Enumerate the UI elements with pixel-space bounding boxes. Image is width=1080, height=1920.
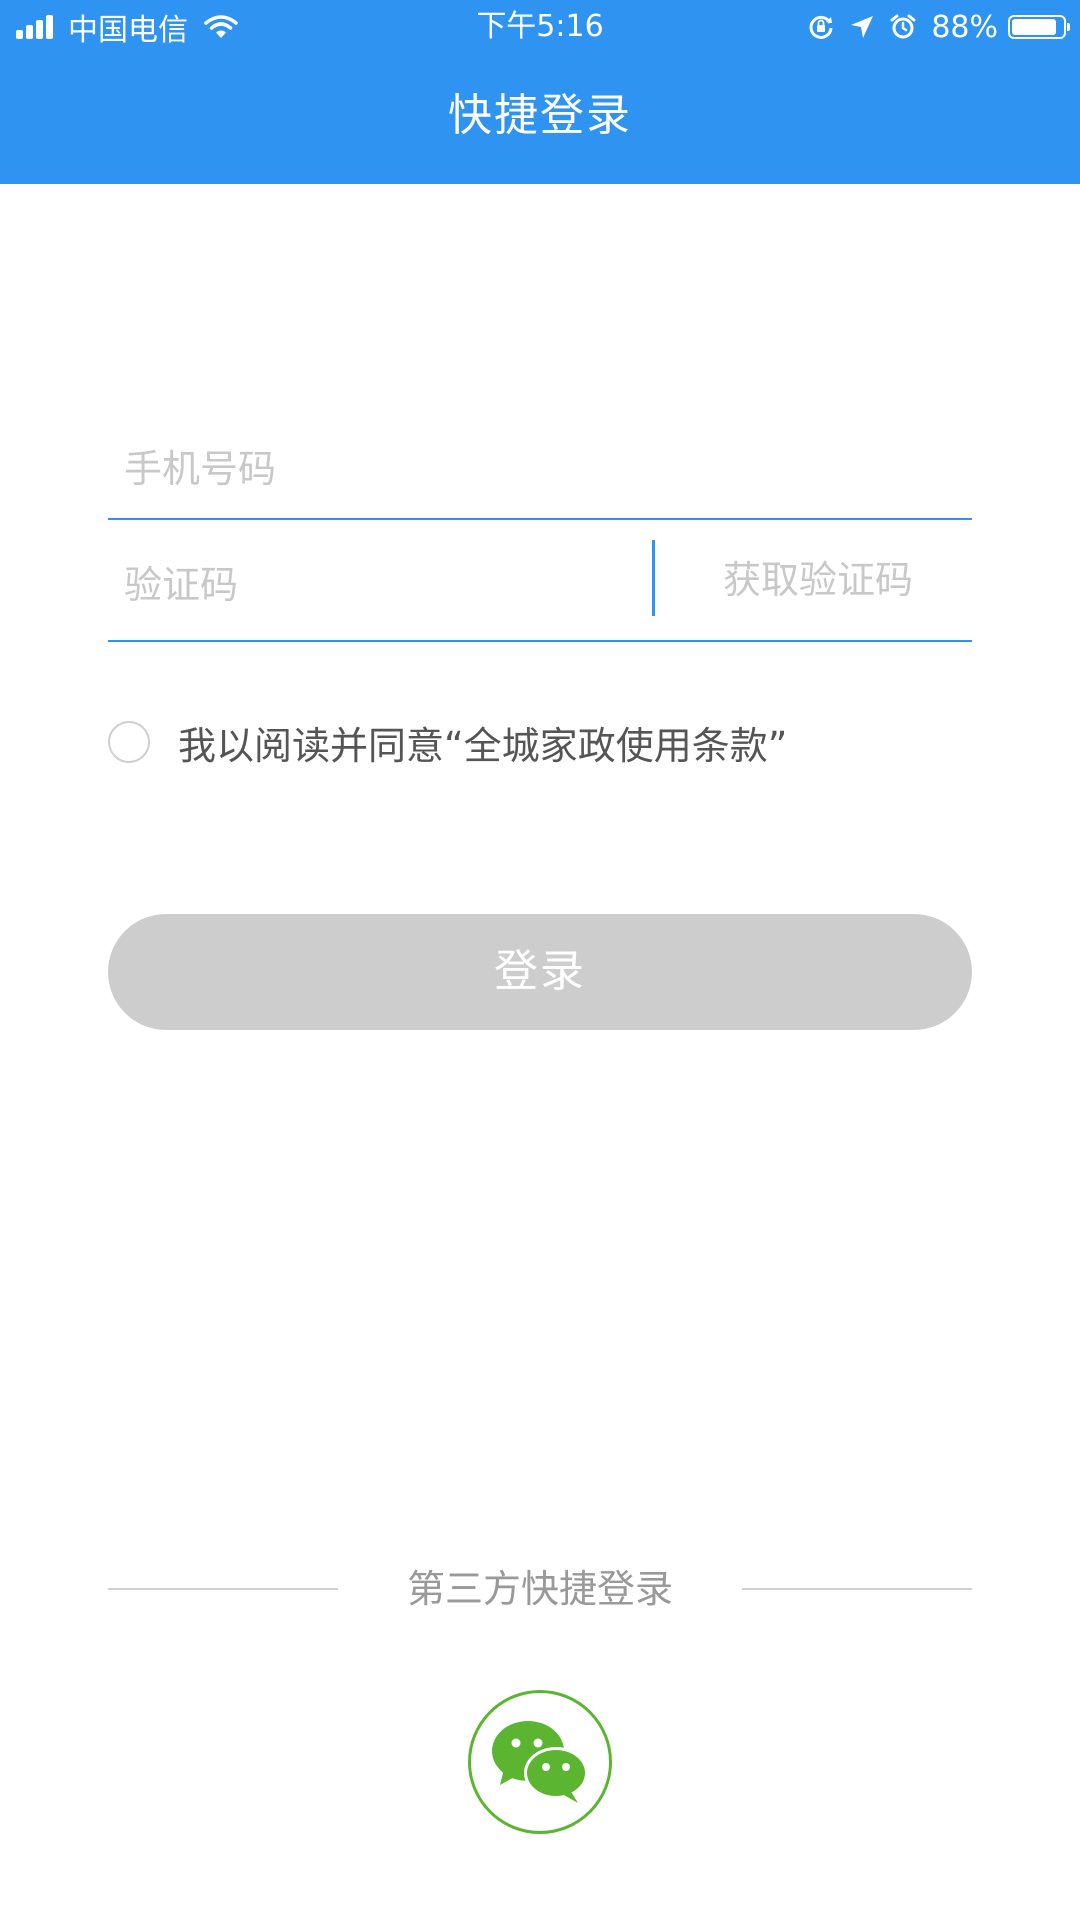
code-divider [652,540,655,616]
wechat-login-button[interactable] [468,1690,612,1834]
battery-percent: 88% [931,9,998,45]
agreement-radio[interactable] [108,721,150,763]
phone-field [108,418,972,520]
get-code-button[interactable]: 获取验证码 [668,550,968,610]
code-input[interactable] [122,554,626,616]
battery-icon [1008,15,1070,39]
code-field: 获取验证码 [108,520,972,642]
login-button[interactable]: 登录 [108,914,972,1030]
rotation-lock-icon [807,13,835,41]
agreement-row: 我以阅读并同意“全城家政使用条款” [108,718,787,768]
status-bar: 中国电信 下午5:16 88% [0,0,1080,54]
divider-left [108,1588,338,1590]
wechat-icon [492,1721,588,1803]
phone-input[interactable] [122,438,956,500]
alarm-icon [889,13,917,41]
status-right: 88% [807,9,1070,45]
third-party-label: 第三方快捷登录 [406,1567,673,1611]
header: 中国电信 下午5:16 88% 快捷登录 [0,0,1080,184]
divider-right [742,1588,972,1590]
page-title: 快捷登录 [448,90,632,141]
agreement-text[interactable]: 我以阅读并同意“全城家政使用条款” [178,715,787,770]
battery-fill [1012,19,1056,35]
location-arrow-icon [849,14,875,40]
login-page: 中国电信 下午5:16 88% 快捷登录 手机号码 验证码 获取验证码 我以阅读… [0,0,1080,1920]
